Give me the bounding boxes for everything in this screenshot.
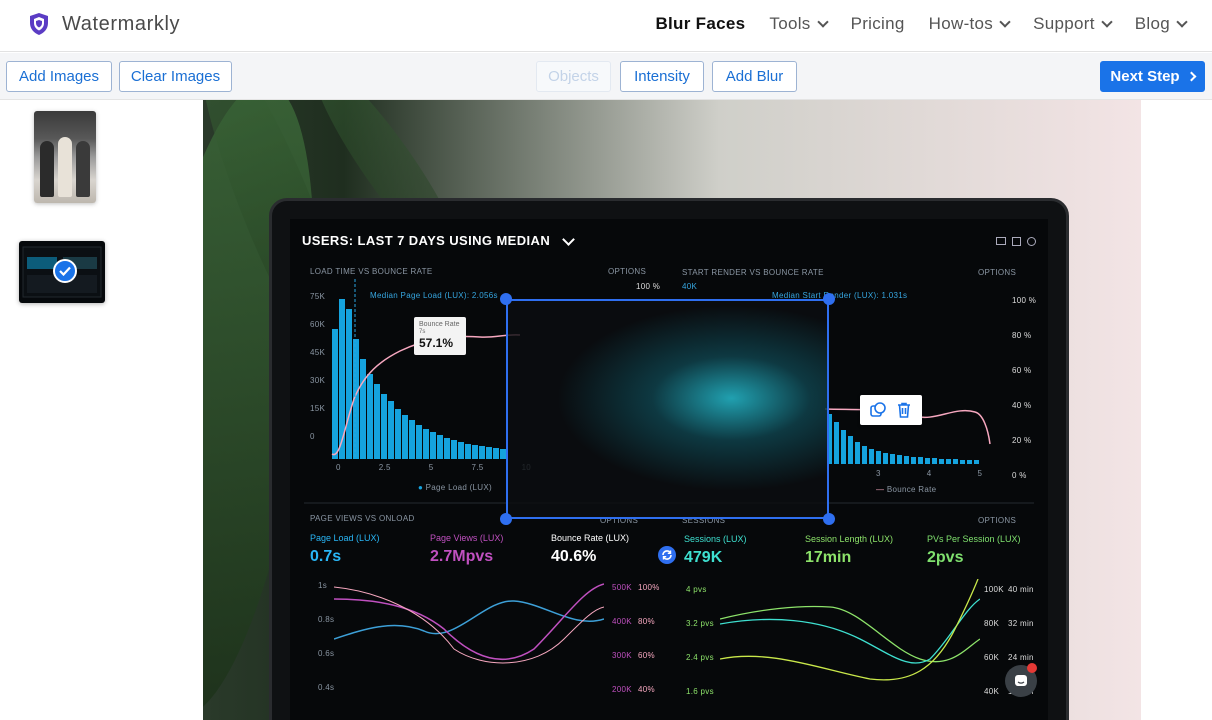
chevron-down-icon bbox=[1101, 16, 1113, 28]
editor-toolbar: Add Images Clear Images Objects Intensit… bbox=[0, 53, 1212, 100]
brand-name: Watermarkly bbox=[62, 12, 181, 35]
metric-value: 17min bbox=[805, 549, 852, 566]
panel-title: PAGE VIEWS VS ONLOAD bbox=[310, 514, 415, 523]
metric-label: PVs Per Session (LUX) bbox=[927, 534, 1021, 544]
intensity-button[interactable]: Intensity bbox=[620, 61, 704, 92]
metric-value: 2.7Mpvs bbox=[430, 548, 494, 565]
chevron-down-icon bbox=[562, 233, 575, 246]
chevron-down-icon bbox=[999, 16, 1011, 28]
chevron-right-icon bbox=[1186, 71, 1197, 82]
nav-item-label: Tools bbox=[769, 14, 811, 33]
blur-region[interactable] bbox=[506, 299, 829, 519]
resize-handle-top-right[interactable] bbox=[823, 293, 835, 305]
nav-item-label: Blur Faces bbox=[655, 14, 746, 33]
line-chart-graphic bbox=[720, 579, 980, 681]
duplicate-icon[interactable] bbox=[869, 401, 887, 419]
metric-label: Page Load (LUX) bbox=[310, 533, 380, 543]
nav-item-pricing[interactable]: Pricing bbox=[851, 14, 905, 34]
y-axis-ticks: 4 pvs 3.2 pvs 2.4 pvs 1.6 pvs bbox=[686, 585, 714, 696]
selected-check-icon bbox=[53, 259, 77, 283]
x-axis-ticks: 02.557.510 bbox=[336, 463, 531, 472]
clear-images-button[interactable]: Clear Images bbox=[119, 61, 232, 92]
chevron-down-icon bbox=[816, 16, 829, 28]
rotate-handle[interactable] bbox=[658, 546, 676, 564]
line-chart-graphic bbox=[334, 583, 604, 664]
x-axis-ticks: 345 bbox=[876, 469, 983, 478]
nav-item-label: Pricing bbox=[850, 14, 905, 33]
options-link: OPTIONS bbox=[978, 516, 1017, 525]
add-blur-button[interactable]: Add Blur bbox=[712, 61, 797, 92]
objects-button[interactable]: Objects bbox=[536, 61, 611, 92]
brand[interactable]: Watermarkly bbox=[28, 12, 180, 36]
options-link: OPTIONS bbox=[608, 267, 647, 276]
nav-item-blur-faces[interactable]: Blur Faces bbox=[655, 14, 745, 34]
notification-badge bbox=[1027, 663, 1037, 673]
blurred-area bbox=[508, 301, 827, 517]
region-actions bbox=[860, 395, 922, 425]
chart-tooltip: Bounce Rate 7s 57.1% bbox=[414, 317, 466, 355]
resize-handle-top-left[interactable] bbox=[500, 293, 512, 305]
bar-chart-graphic bbox=[331, 279, 520, 459]
y-axis-ticks: 1s 0.8s 0.6s 0.4s bbox=[318, 581, 335, 692]
legend-page-load: ● Page Load (LUX) bbox=[418, 483, 492, 492]
next-step-button[interactable]: Next Step bbox=[1100, 61, 1205, 92]
nav-item-label: Blog bbox=[1134, 14, 1170, 33]
rotate-icon bbox=[662, 550, 672, 560]
next-step-label: Next Step bbox=[1110, 68, 1180, 85]
metric-label: Bounce Rate (LUX) bbox=[551, 533, 630, 543]
y-axis-ticks: 500K 400K 300K 200K bbox=[612, 583, 632, 694]
resize-handle-bottom-left[interactable] bbox=[500, 513, 512, 525]
expand-icon bbox=[1012, 237, 1021, 246]
metric-label: Page Views (LUX) bbox=[430, 533, 504, 543]
thumbnail-people-photo[interactable] bbox=[34, 111, 96, 203]
panel-title: START RENDER VS BOUNCE RATE bbox=[682, 268, 824, 277]
metric-value: 0.7s bbox=[310, 548, 342, 565]
top-percent-label: 100 % bbox=[636, 282, 661, 291]
metric-label: Session Length (LUX) bbox=[805, 534, 894, 544]
nav-item-label: Support bbox=[1033, 14, 1095, 33]
panel-title: LOAD TIME VS BOUNCE RATE bbox=[310, 267, 433, 276]
metric-label: Sessions (LUX) bbox=[684, 534, 747, 544]
metric-value: 2pvs bbox=[927, 549, 964, 566]
shield-logo-icon bbox=[30, 13, 48, 35]
dashboard-title: USERS: LAST 7 DAYS USING MEDIAN bbox=[302, 233, 551, 248]
metric-value: 479K bbox=[684, 549, 723, 566]
chat-icon bbox=[1015, 675, 1027, 686]
nav-item-tools[interactable]: Tools bbox=[769, 14, 829, 34]
options-link: OPTIONS bbox=[978, 268, 1017, 277]
monitor-icon bbox=[996, 237, 1006, 245]
y-axis-ticks: 100K 80K 60K 40K bbox=[984, 585, 1004, 696]
help-icon bbox=[1027, 237, 1036, 246]
nav-item-support[interactable]: Support bbox=[1033, 14, 1113, 34]
legend-bounce-rate: — Bounce Rate bbox=[876, 485, 937, 494]
nav-links: Blur Faces Tools Pricing How-tos Support… bbox=[655, 14, 1188, 34]
add-images-button[interactable]: Add Images bbox=[6, 61, 112, 92]
y-axis-ticks: 75K 60K 45K 30K 15K 0 bbox=[310, 292, 326, 441]
axis-top-label: 40K bbox=[682, 282, 698, 291]
y-axis-ticks: 100% 80% 60% 40% bbox=[638, 583, 660, 694]
chevron-down-icon bbox=[1176, 16, 1188, 28]
nav-item-blog[interactable]: Blog bbox=[1134, 14, 1188, 34]
metric-value: 40.6% bbox=[551, 548, 597, 565]
top-navigation: Watermarkly Blur Faces Tools Pricing How… bbox=[0, 0, 1212, 52]
window-icons bbox=[996, 237, 1036, 246]
percent-axis-ticks: 100 % 80 % 60 % 40 % 20 % 0 % bbox=[1012, 296, 1037, 480]
nav-item-how-tos[interactable]: How-tos bbox=[928, 14, 1011, 34]
nav-item-label: How-tos bbox=[928, 14, 994, 33]
trash-icon[interactable] bbox=[895, 401, 913, 419]
resize-handle-bottom-right[interactable] bbox=[823, 513, 835, 525]
